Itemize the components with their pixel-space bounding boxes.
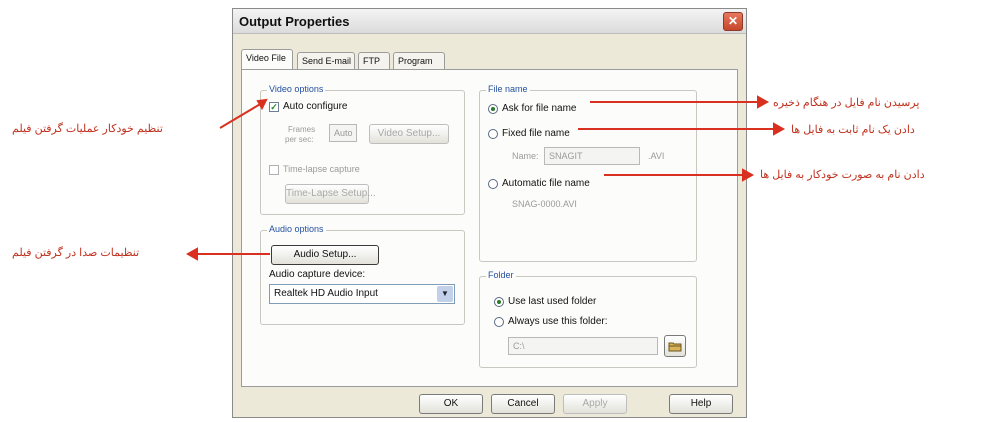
arrowhead-ask-file-name (757, 95, 770, 109)
annotation-arrows (185, 95, 786, 261)
arrowhead-auto-configure (256, 98, 268, 111)
arrowhead-audio-setup (185, 247, 198, 261)
arrow-auto-configure (219, 102, 263, 129)
arrowhead-automatic-file-name (742, 168, 755, 182)
arrowhead-fixed-file-name (773, 122, 786, 136)
